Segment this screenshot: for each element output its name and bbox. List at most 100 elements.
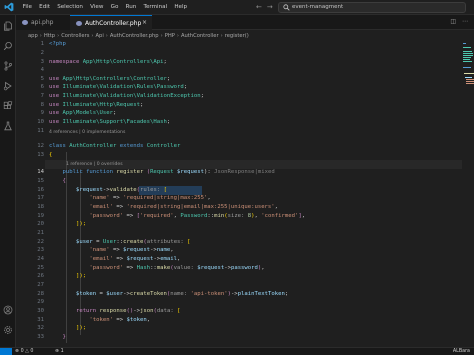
menu-view[interactable]: View [87, 0, 107, 15]
code-line[interactable]: <?php [49, 40, 66, 49]
problems-indicator[interactable]: ⊗ 0 △ 0 [15, 348, 33, 355]
breadcrumb-item[interactable]: app [28, 33, 38, 39]
code-line[interactable]: ]); [49, 272, 86, 281]
line-number: 9 [40, 110, 44, 116]
menu-edit[interactable]: Edit [36, 0, 54, 15]
breadcrumb-item[interactable]: PHP [165, 33, 175, 39]
tab-label: AuthController.php [85, 19, 142, 27]
line-number: 6 [40, 84, 44, 90]
code-line[interactable]: use Illuminate\Validation\Rules\Password… [49, 83, 187, 92]
line-number: 4 [40, 67, 44, 73]
line-number: 20 [37, 221, 44, 227]
line-number: 12 [37, 143, 44, 149]
remote-indicator-icon[interactable] [0, 348, 12, 355]
split-editor-icon[interactable]: ◫ [450, 18, 456, 25]
code-line[interactable]: 'email' => 'required|string|email|max:25… [49, 203, 278, 212]
menu-help[interactable]: Help [171, 0, 191, 15]
editor-actions: ◫ ⋯ [450, 18, 468, 25]
activity-bar [0, 15, 16, 347]
command-center-search[interactable]: event-managment [278, 2, 466, 13]
vscode-logo-icon [4, 2, 14, 12]
line-number: 21 [37, 230, 44, 236]
line-number: 24 [37, 256, 44, 262]
code-line[interactable]: class AuthController extends Controller [49, 142, 180, 151]
nav-arrows: ← → [256, 3, 278, 12]
code-line[interactable]: return response()->json(data: [ [49, 307, 180, 316]
explorer-icon[interactable] [3, 21, 13, 31]
broadcast-icon: ⊛ [55, 349, 60, 354]
search-icon [283, 4, 290, 11]
code-line[interactable]: use App\Models\User; [49, 109, 116, 118]
code-line[interactable]: 'email' => $request->email, [49, 255, 180, 264]
code-line[interactable]: use Illuminate\Validation\ValidationExce… [49, 92, 204, 101]
php-file-icon [22, 20, 28, 25]
breadcrumb-item[interactable]: AuthController.php [110, 33, 159, 39]
more-actions-icon[interactable]: ⋯ [462, 18, 468, 25]
breadcrumb-item[interactable]: AuthController [181, 33, 219, 39]
line-number: 15 [37, 178, 44, 184]
line-number: 10 [37, 119, 44, 125]
warning-icon: △ [25, 349, 29, 354]
line-number: 11 [37, 128, 44, 134]
settings-gear-icon[interactable] [3, 325, 13, 335]
back-arrow-icon[interactable]: ← [256, 3, 262, 11]
menu-bar: File Edit Selection View Go Run Terminal… [19, 0, 191, 15]
breadcrumb-item[interactable]: Http [44, 33, 55, 39]
line-number: 29 [37, 299, 44, 305]
status-right-item[interactable]: ALBara [453, 348, 470, 355]
line-number: 2 [40, 50, 44, 56]
code-line[interactable]: public function register (Request $reque… [49, 168, 274, 177]
code-line[interactable]: namespace App\Http\Controllers\Api; [49, 58, 167, 67]
line-number: 1 [40, 41, 44, 47]
tab-api-php[interactable]: api.php [16, 15, 70, 30]
account-icon[interactable] [3, 305, 13, 315]
search-text: event-managment [292, 4, 344, 10]
breadcrumb-item[interactable]: Controllers [61, 33, 89, 39]
codelens-class-refs[interactable]: 4 references | 0 implementations [49, 130, 125, 136]
error-count: 0 [20, 349, 24, 354]
line-number: 33 [37, 334, 44, 340]
code-line[interactable]: { [49, 177, 65, 186]
title-bar: File Edit Selection View Go Run Terminal… [0, 0, 474, 15]
code-line[interactable]: 'name' => 'required|string|max:255', [49, 194, 210, 203]
line-number: 14 [37, 169, 44, 175]
line-number: 18 [37, 204, 44, 210]
php-file-icon [76, 20, 82, 26]
code-line[interactable]: $token = $user->createToken(name: 'api-t… [49, 290, 288, 299]
breadcrumb-item[interactable]: register() [225, 33, 249, 39]
warning-count: 0 [30, 349, 34, 354]
code-line[interactable]: 'password' => ['required', Password::min… [49, 212, 305, 221]
menu-file[interactable]: File [19, 0, 36, 15]
close-icon[interactable]: × [142, 20, 147, 26]
search-icon[interactable] [3, 41, 13, 51]
menu-go[interactable]: Go [107, 0, 122, 15]
line-number: 27 [37, 282, 44, 288]
forward-arrow-icon[interactable]: → [267, 3, 273, 11]
code-line[interactable]: ]); [49, 324, 86, 333]
code-line[interactable]: { [49, 151, 52, 160]
source-control-icon[interactable] [3, 61, 13, 71]
tab-authcontroller-php[interactable]: AuthController.php × [70, 15, 152, 30]
code-line[interactable]: } [49, 333, 65, 342]
breadcrumb-item[interactable]: Api [96, 33, 104, 39]
extensions-icon[interactable] [3, 101, 13, 111]
ports-indicator[interactable]: ⊛ 1 [55, 348, 64, 355]
status-bar: ⊗ 0 △ 0 ⊛ 1 ALBara [0, 347, 474, 355]
error-icon: ⊗ [15, 349, 20, 354]
minimap[interactable] [462, 41, 474, 347]
ports-count: 1 [60, 349, 64, 354]
run-debug-icon[interactable] [3, 81, 13, 91]
tab-label: api.php [31, 19, 54, 26]
line-number: 13 [37, 152, 44, 158]
menu-terminal[interactable]: Terminal [140, 0, 171, 15]
testing-flask-icon[interactable] [3, 121, 13, 131]
line-number: 23 [37, 247, 44, 253]
line-number: 30 [37, 308, 44, 314]
code-line[interactable]: ]); [49, 220, 86, 229]
code-line[interactable]: 'name' => $request->name, [49, 246, 173, 255]
line-number: 26 [37, 273, 44, 279]
code-line[interactable]: use Illuminate\Support\Facades\Hash; [49, 118, 170, 127]
line-number: 17 [37, 195, 44, 201]
menu-selection[interactable]: Selection [54, 0, 87, 15]
menu-run[interactable]: Run [122, 0, 140, 15]
